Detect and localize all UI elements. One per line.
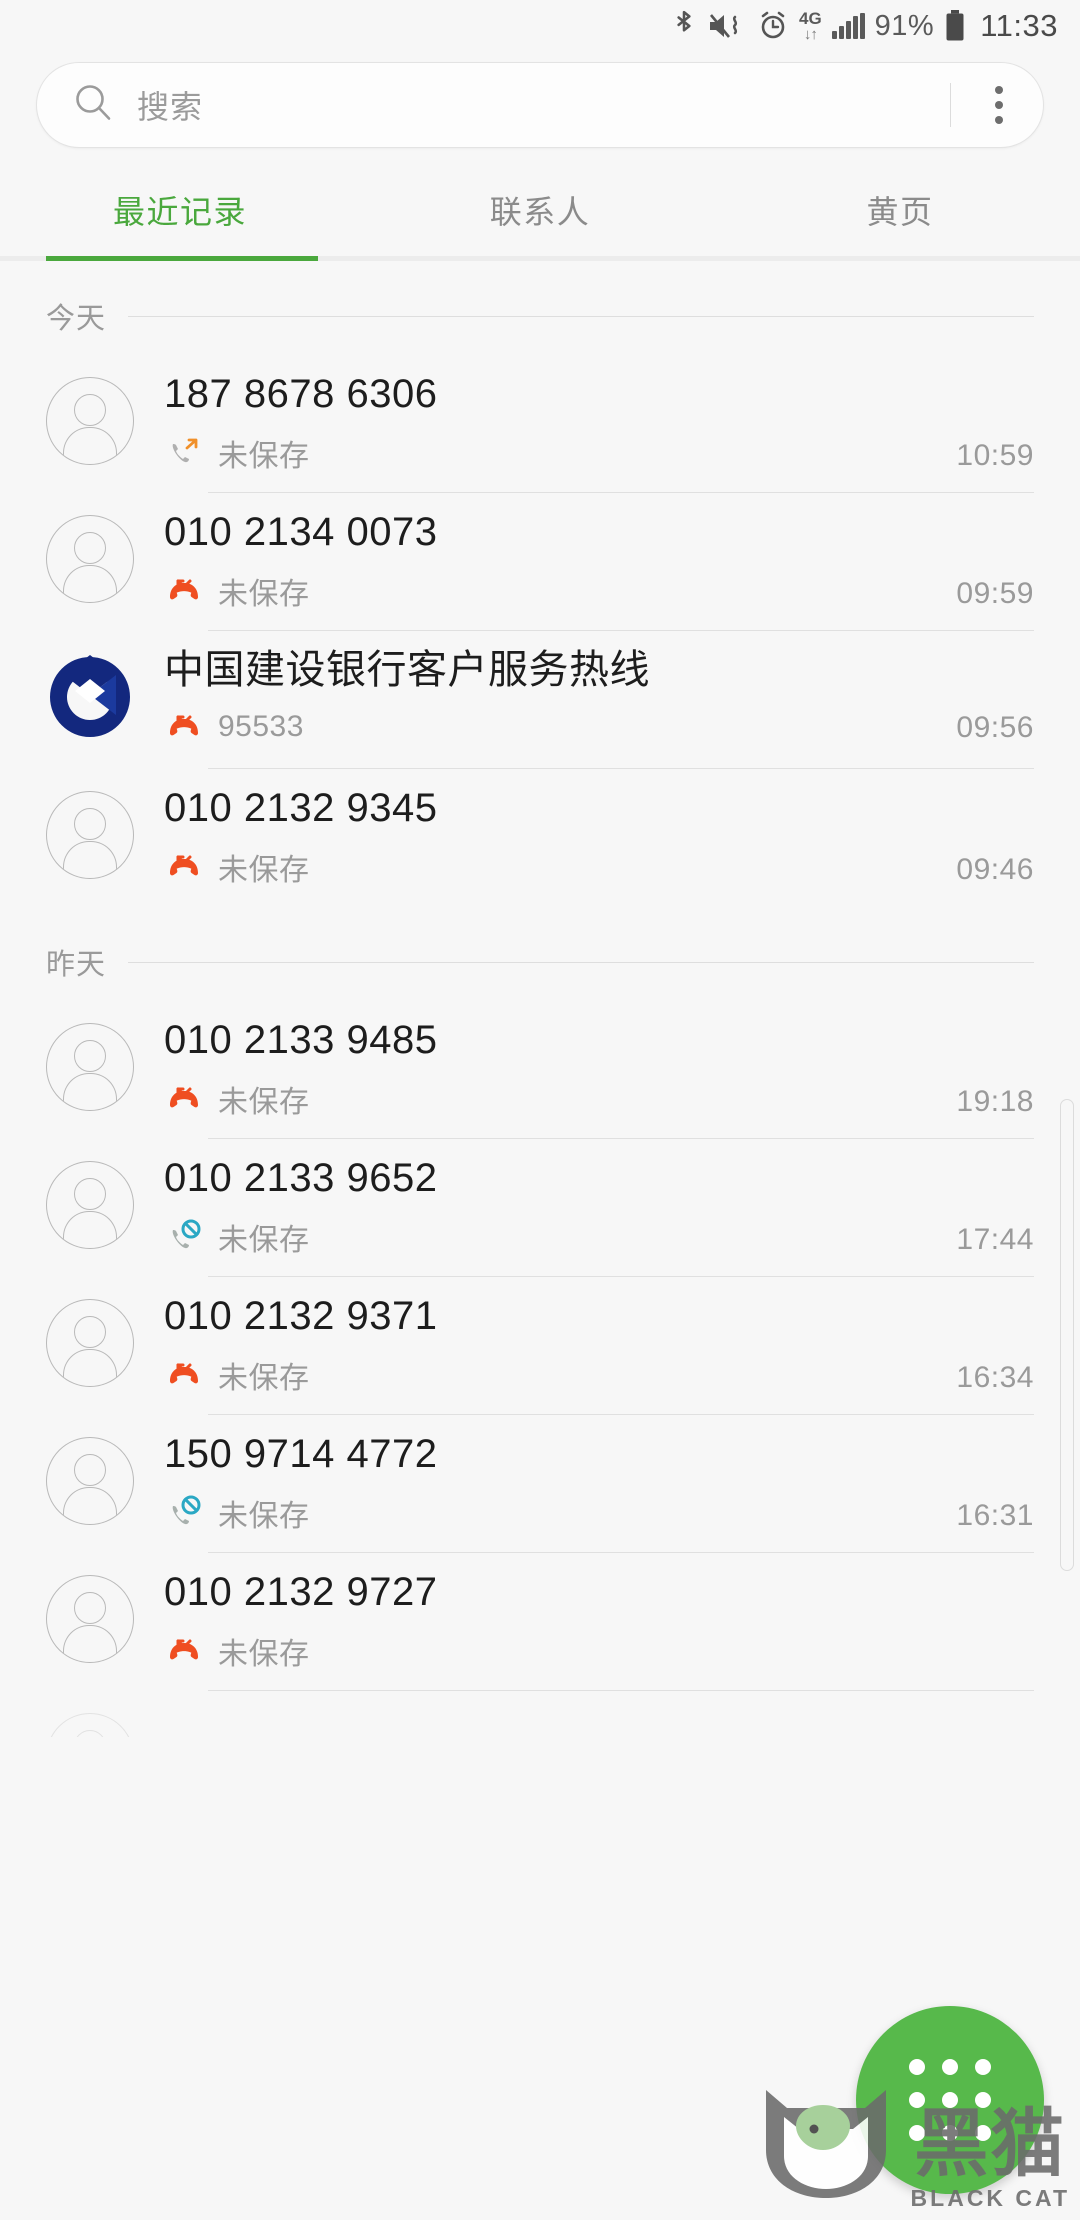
dialpad-fab-button[interactable] [856,2006,1044,2194]
call-name: 010 2133 9485 [164,1018,438,1062]
call-time: 09:56 [956,711,1034,744]
avatar [46,791,134,879]
status-bar-clock: 11:33 [980,8,1058,43]
call-log-row[interactable]: 010 2134 0073 未保存 09:59 [0,493,1080,631]
call-subtitle: 95533 [218,710,304,743]
outgoing-call-icon [164,433,204,473]
section-divider [128,961,1034,963]
tab-bar: 最近记录 联系人 黄页 [0,164,1080,256]
blocked-call-icon [164,1493,204,1533]
missed-call-icon [164,847,204,887]
network-type-icon: 4G ↓↑ [798,9,822,43]
call-log-row[interactable]: 010 2132 9345 未保存 09:46 [0,769,1080,907]
tab-recent[interactable]: 最近记录 [0,164,360,256]
section-divider [128,315,1034,317]
default-person-icon [46,1713,134,1737]
search-divider [950,83,951,127]
avatar [46,515,134,603]
call-subtitle: 未保存 [218,854,310,887]
missed-call-icon [164,1355,204,1395]
default-person-icon [46,515,134,603]
call-subtitle: 未保存 [218,1086,310,1119]
avatar [46,1023,134,1111]
call-log-row[interactable]: 010 2132 9371 未保存 16:34 [0,1277,1080,1415]
alarm-icon [757,10,789,42]
call-time: 16:34 [956,1361,1034,1394]
call-name: 010 2132 9345 [164,786,438,830]
call-log-row[interactable]: 010 2133 9652 未保存 17:44 [0,1139,1080,1277]
call-time: 10:59 [956,439,1034,472]
search-bar[interactable]: 搜索 [36,62,1044,148]
call-name: 010 2133 9652 [164,1156,438,1200]
default-person-icon [46,1437,134,1525]
avatar [46,653,134,741]
blocked-call-icon [164,1217,204,1257]
call-subtitle: 未保存 [218,1638,310,1671]
call-name: 010 2134 0073 [164,510,438,554]
call-subtitle: 未保存 [218,1362,310,1395]
section-title: 昨天 [46,949,107,981]
more-vertical-icon[interactable] [977,86,1029,124]
call-subtitle: 未保存 [218,1224,310,1257]
call-subtitle: 未保存 [218,578,310,611]
mute-vibrate-icon [707,11,747,41]
battery-icon [944,9,966,43]
search-input[interactable]: 搜索 [137,82,950,128]
call-name: 187 8678 6306 [164,372,438,416]
search-bar-container: 搜索 [0,52,1080,148]
call-name: 010 2132 9371 [164,1294,438,1338]
call-log-list: 今天 187 8678 6306 未保存 10:59 010 2134 0073… [0,261,1080,1737]
search-icon [71,81,115,130]
default-person-icon [46,791,134,879]
call-name: 010 2132 9727 [164,1570,438,1614]
tab-yellowpages[interactable]: 黄页 [720,164,1080,256]
missed-call-icon [164,707,204,747]
default-person-icon [46,1299,134,1387]
status-bar: 4G ↓↑ 91% 11:33 [0,0,1080,52]
missed-call-icon [164,1079,204,1119]
call-log-row[interactable]: 010 2133 9485 未保存 19:18 [0,1001,1080,1139]
avatar [46,1713,134,1737]
call-time: 17:44 [956,1223,1034,1256]
call-name: 中国建设银行客户服务热线 [164,648,650,692]
section-title: 今天 [46,303,107,335]
call-log-row[interactable]: 150 9714 4772 未保存 16:31 [0,1415,1080,1553]
call-subtitle: 未保存 [218,1500,310,1533]
call-subtitle: 未保存 [218,440,310,473]
signal-strength-icon [831,13,865,39]
list-scrollbar[interactable] [1060,1099,1074,1571]
call-log-row[interactable]: 010 2132 9727 未保存 [0,1553,1080,1691]
call-time: 09:46 [956,853,1034,886]
default-person-icon [46,1161,134,1249]
dialpad-icon [909,2059,991,2141]
avatar [46,1575,134,1663]
avatar [46,1161,134,1249]
call-name: 150 9714 4772 [164,1432,438,1476]
call-time: 19:18 [956,1085,1034,1118]
default-person-icon [46,1023,134,1111]
section-header-yesterday: 昨天 [0,907,1080,1001]
tab-contacts[interactable]: 联系人 [360,164,720,256]
call-time: 09:59 [956,577,1034,610]
call-log-row-partial[interactable] [0,1691,1080,1737]
default-person-icon [46,377,134,465]
call-time: 16:31 [956,1499,1034,1532]
bluetooth-icon [671,10,697,42]
call-log-row[interactable]: 187 8678 6306 未保存 10:59 [0,355,1080,493]
avatar [46,377,134,465]
missed-call-icon [164,1631,204,1671]
call-log-row[interactable]: 中国建设银行客户服务热线 95533 09:56 [0,631,1080,769]
avatar [46,1299,134,1387]
ccb-bank-logo [46,653,134,741]
default-person-icon [46,1575,134,1663]
section-header-today: 今天 [0,261,1080,355]
avatar [46,1437,134,1525]
missed-call-icon [164,571,204,611]
battery-percent-label: 91% [874,9,935,42]
